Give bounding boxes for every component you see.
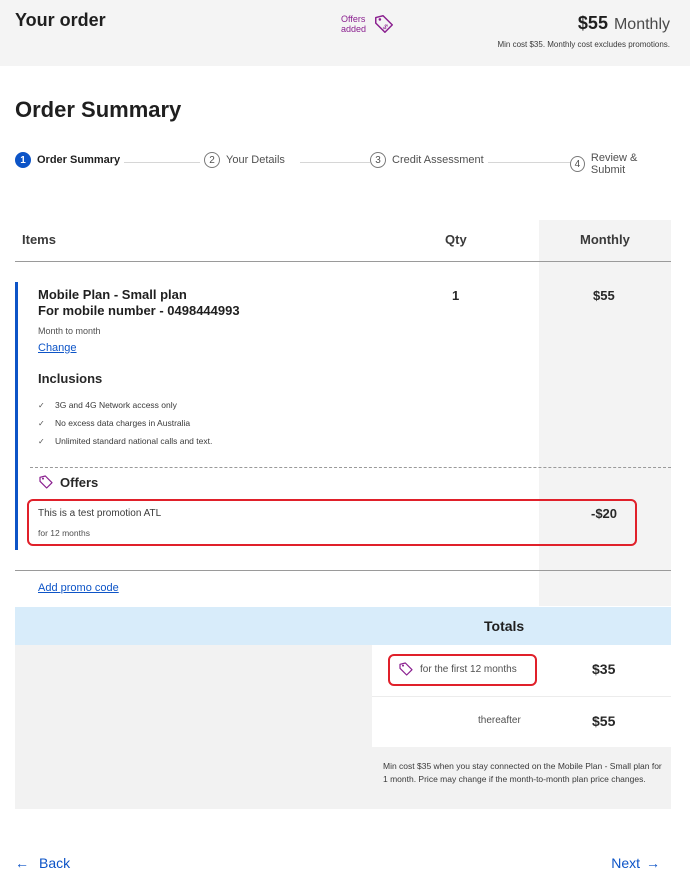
thereafter-label: thereafter bbox=[478, 715, 521, 726]
inclusion-item: ✓ Unlimited standard national calls and … bbox=[38, 436, 212, 446]
check-icon: ✓ bbox=[38, 400, 45, 410]
totals-row-divider bbox=[372, 696, 671, 697]
item-monthly-price: $55 bbox=[593, 288, 615, 303]
order-header: Your order Offers added $ $55 Monthly Min… bbox=[0, 0, 690, 66]
plan-title: Mobile Plan - Small plan bbox=[38, 287, 187, 302]
totals-header: Totals bbox=[15, 607, 671, 645]
offers-divider bbox=[30, 467, 671, 468]
check-icon: ✓ bbox=[38, 436, 45, 446]
offers-added-label: Offers added bbox=[341, 14, 367, 34]
check-icon: ✓ bbox=[38, 418, 45, 428]
promotion-highlight-box bbox=[27, 499, 637, 546]
step-number: 4 bbox=[570, 156, 585, 172]
arrow-left-icon: ← bbox=[15, 855, 29, 871]
header-price-amount: $55 bbox=[577, 13, 608, 33]
step-number: 1 bbox=[15, 152, 31, 168]
min-cost-note: Min cost $35 when you stay connected on … bbox=[383, 761, 662, 784]
change-plan-link[interactable]: Change bbox=[38, 342, 77, 354]
step-number: 3 bbox=[370, 152, 386, 168]
stepper-divider bbox=[115, 162, 200, 163]
inclusion-text: Unlimited standard national calls and te… bbox=[55, 436, 213, 446]
step-label: Credit Assessment bbox=[392, 154, 484, 166]
step-your-details: 2 Your Details bbox=[204, 152, 289, 168]
monthly-column-background bbox=[539, 220, 671, 606]
step-credit-assessment: 3 Credit Assessment bbox=[370, 152, 488, 168]
offer-tag-icon: $ bbox=[375, 15, 393, 33]
item-qty: 1 bbox=[452, 288, 460, 303]
header-price-period: Monthly bbox=[613, 16, 670, 33]
offers-heading-label: Offers bbox=[60, 474, 99, 490]
inclusion-item: ✓ No excess data charges in Australia bbox=[38, 418, 190, 428]
step-label: Your Details bbox=[226, 154, 285, 166]
stepper-divider bbox=[485, 162, 570, 163]
next-label: Next bbox=[611, 855, 640, 871]
column-header-qty: Qty bbox=[445, 232, 467, 247]
next-button[interactable]: Next → bbox=[611, 855, 660, 871]
inclusion-item: ✓ 3G and 4G Network access only bbox=[38, 400, 177, 410]
back-label: Back bbox=[39, 855, 71, 871]
plan-term: Month to month bbox=[38, 326, 101, 336]
stepper-divider bbox=[300, 162, 370, 163]
inclusion-text: 3G and 4G Network access only bbox=[55, 400, 177, 410]
progress-stepper: 1 Order Summary 2 Your Details 3 Credit … bbox=[15, 152, 672, 176]
first-period-amount: $35 bbox=[592, 661, 616, 677]
inclusions-heading: Inclusions bbox=[38, 371, 103, 386]
column-header-monthly: Monthly bbox=[580, 232, 630, 247]
header-price: $55 Monthly bbox=[578, 13, 670, 34]
item-accent-bar bbox=[15, 282, 18, 550]
table-header-divider bbox=[15, 261, 671, 262]
step-label: Review & Submit bbox=[590, 152, 638, 176]
add-promo-code-link[interactable]: Add promo code bbox=[38, 582, 119, 594]
offer-tag-icon bbox=[39, 475, 53, 489]
step-number: 2 bbox=[204, 152, 220, 168]
offers-heading: Offers bbox=[38, 474, 98, 490]
plan-mobile-number: For mobile number - 0498444993 bbox=[38, 303, 240, 318]
offers-added-indicator: Offers added $ bbox=[341, 13, 395, 35]
header-title: Your order bbox=[15, 10, 106, 30]
totals-left-panel bbox=[15, 645, 372, 809]
inclusion-text: No excess data charges in Australia bbox=[55, 418, 191, 428]
step-label: Order Summary bbox=[37, 154, 121, 166]
totals-heading: Totals bbox=[484, 618, 525, 634]
arrow-right-icon: → bbox=[646, 855, 660, 871]
items-bottom-divider bbox=[15, 570, 671, 571]
plan-name: Mobile Plan - Small plan For mobile numb… bbox=[38, 287, 240, 319]
column-header-items: Items bbox=[22, 232, 56, 247]
page-title: Order Summary bbox=[15, 97, 182, 122]
thereafter-amount: $55 bbox=[592, 713, 616, 729]
first-period-highlight-box bbox=[388, 654, 537, 686]
header-min-cost: Min cost $35. Monthly cost excludes prom… bbox=[497, 40, 670, 49]
back-button[interactable]: ← Back bbox=[15, 855, 70, 871]
step-review-submit: 4 Review & Submit bbox=[570, 152, 672, 176]
step-order-summary: 1 Order Summary bbox=[15, 152, 125, 168]
